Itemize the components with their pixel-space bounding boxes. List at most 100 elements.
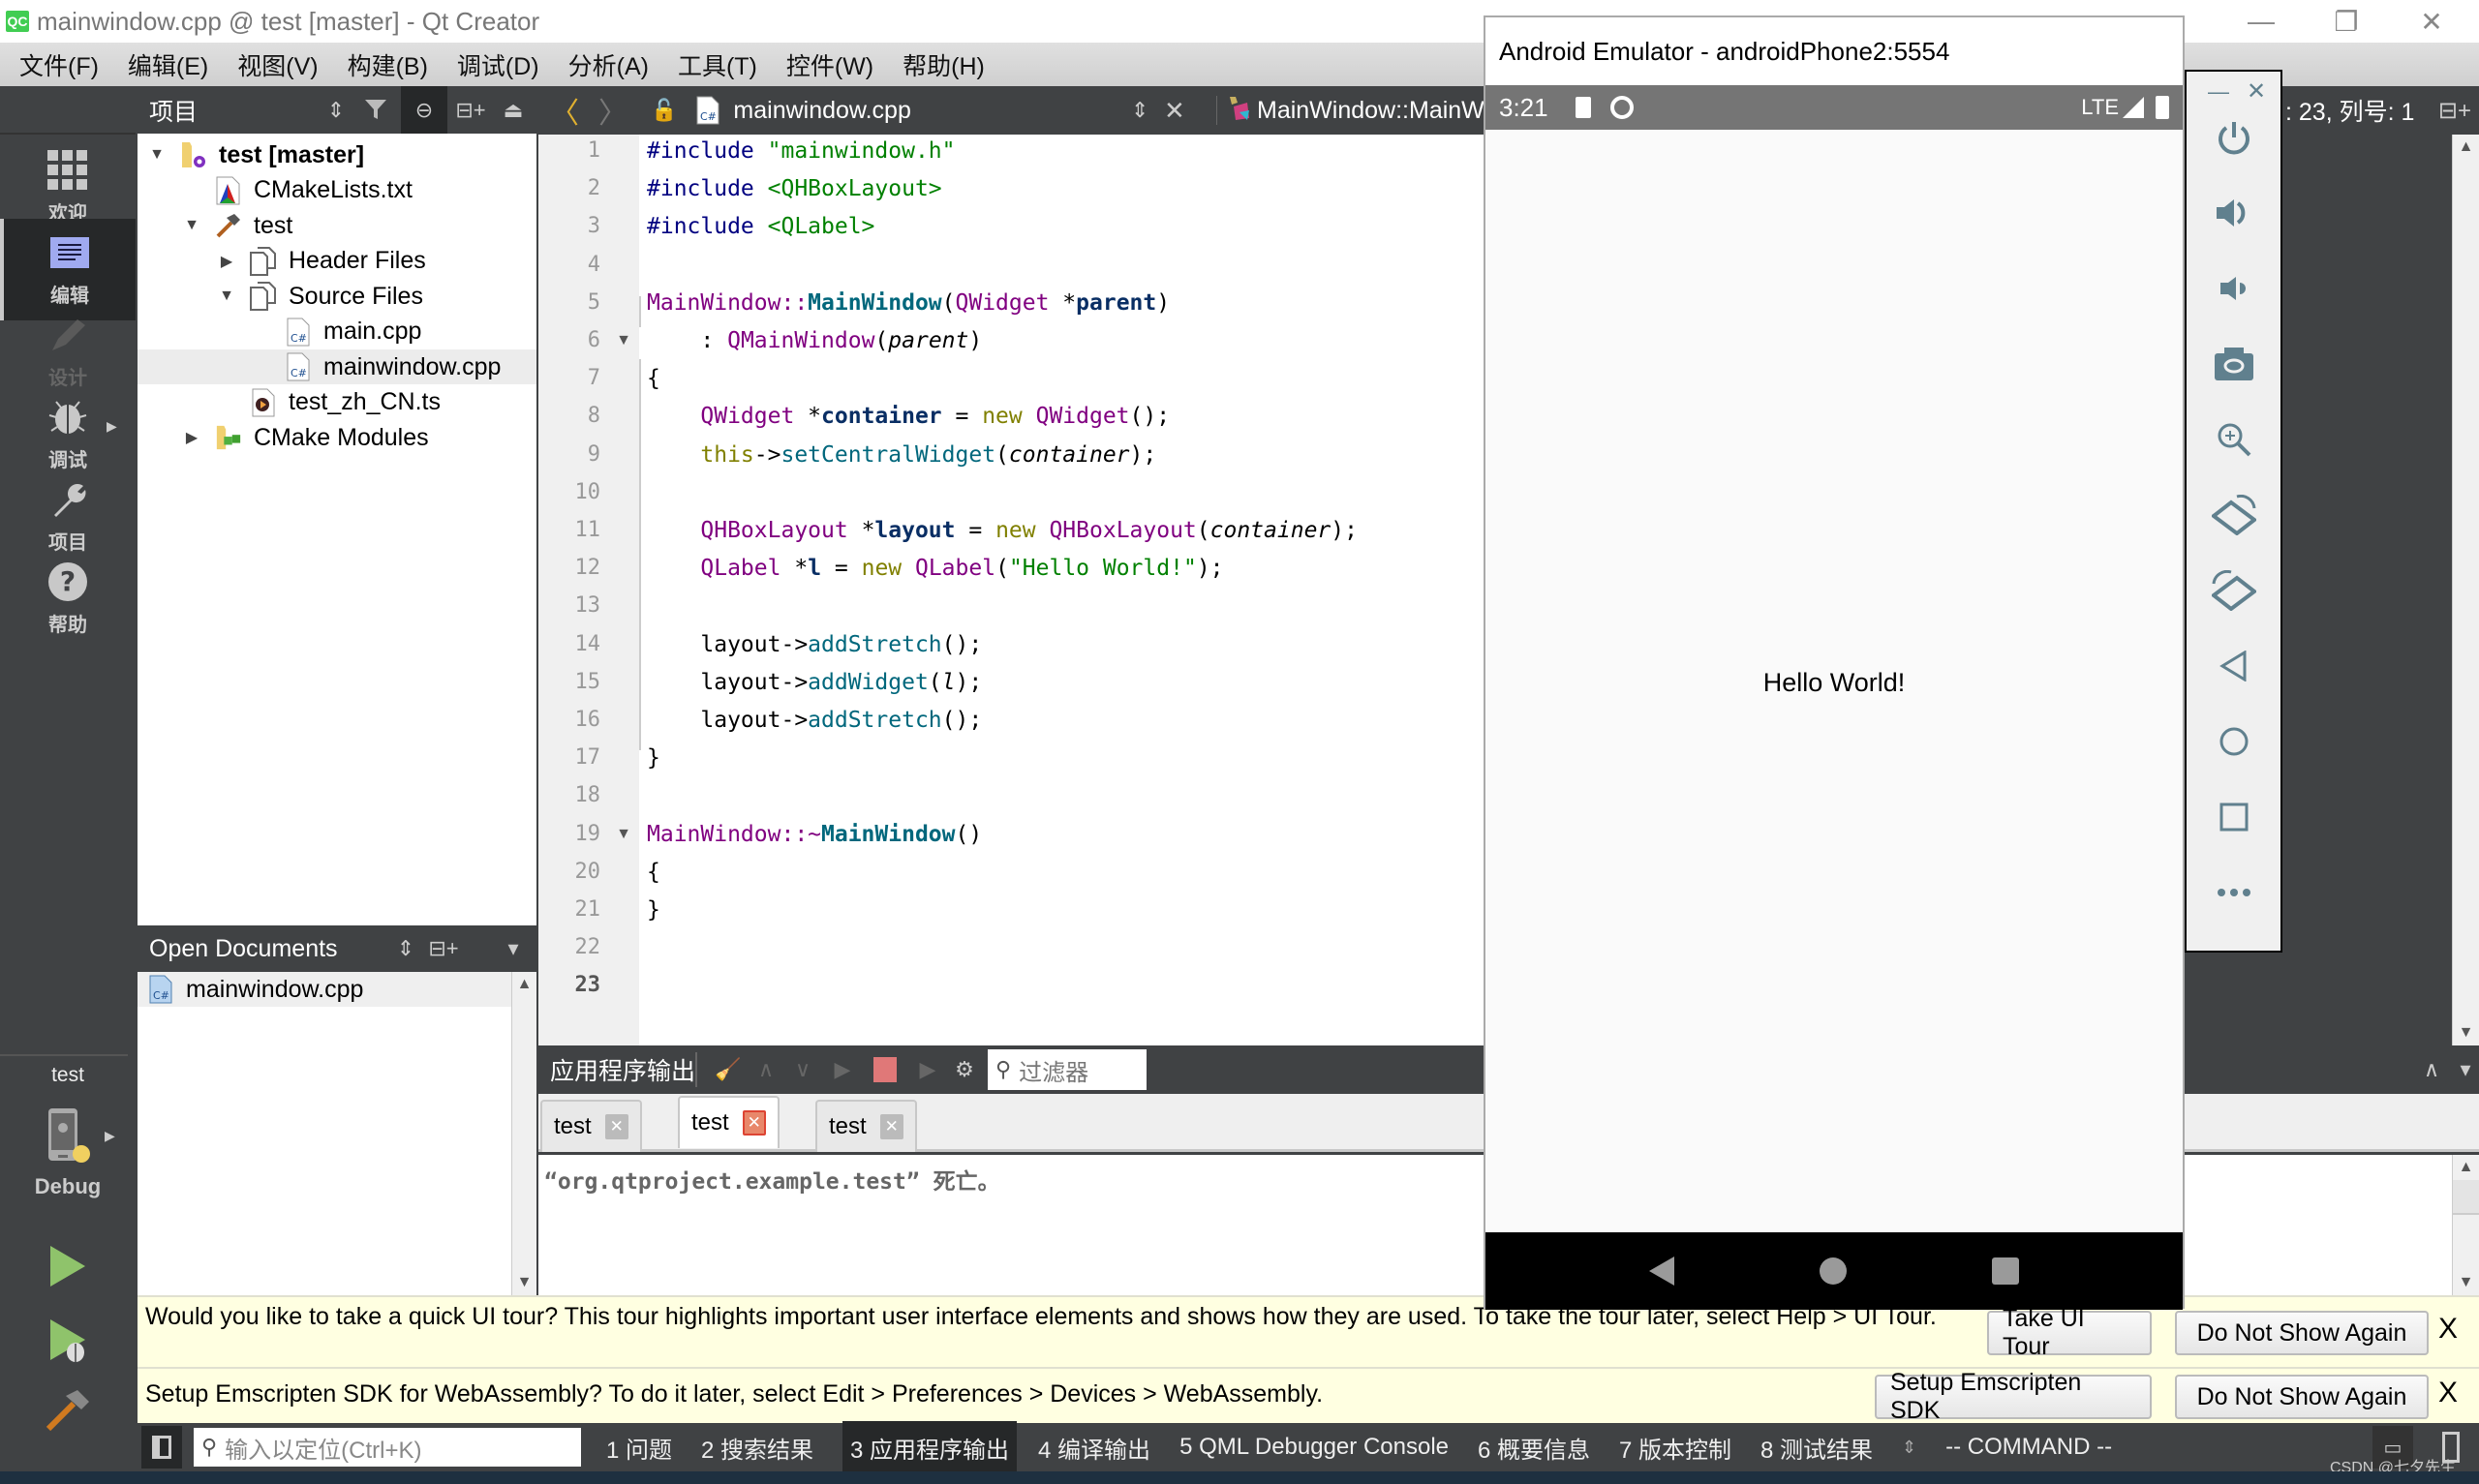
fold-marker-icon[interactable]: ▼ [616,826,631,843]
tool-window-close-icon[interactable]: ✕ [2247,77,2266,106]
sync-link-icon[interactable]: ⊖ [401,86,447,134]
tree-item[interactable]: ▼ test [master] [138,137,536,172]
collapsed-arrow-icon[interactable]: ▶ [182,428,201,447]
restore-button[interactable]: ❐ [2303,0,2390,43]
tree-item[interactable]: ▶ Header Files [138,244,536,279]
editor-file-selector[interactable]: mainwindow.cpp [733,97,910,125]
close-panel-icon[interactable]: ▾ [496,925,531,972]
split-add-icon[interactable]: ⊟+ [424,925,463,972]
menu-file[interactable]: 文件(F) [19,47,99,82]
tree-item[interactable]: ▼ test [138,208,536,243]
scroll-up-icon[interactable]: ▲ [512,972,536,997]
menu-help[interactable]: 帮助(H) [903,47,985,82]
settings-gear-icon[interactable]: ⚙ [945,1045,984,1094]
menu-edit[interactable]: 编辑(E) [128,47,208,82]
power-button[interactable] [2187,108,2280,167]
nav-home-button[interactable] [1820,1257,1847,1285]
pane-tab-issues[interactable]: 1 问题 [606,1431,672,1465]
rotate-right-button[interactable] [2187,561,2280,620]
menu-analyze[interactable]: 分析(A) [568,47,649,82]
previous-item-icon[interactable]: ∧ [751,1045,780,1094]
expanded-arrow-icon[interactable]: ▼ [217,288,236,305]
do-not-show-again-button[interactable]: Do Not Show Again [2175,1375,2429,1419]
tree-item[interactable]: ▶ CMake Modules [138,420,536,455]
output-tab-active[interactable]: test ✕ [678,1096,780,1148]
tree-item[interactable]: C# main.cpp [138,315,536,349]
volume-up-button[interactable] [2187,184,2280,242]
scroll-up-icon[interactable]: ▲ [2453,135,2479,160]
run-button[interactable] [48,1244,87,1293]
close-infobar-icon[interactable]: X [2438,1377,2458,1409]
pane-tab-search-results[interactable]: 2 搜索结果 [701,1431,813,1465]
clear-output-icon[interactable]: 🧹 [711,1045,746,1094]
volume-down-button[interactable] [2187,259,2280,318]
menu-view[interactable]: 视图(V) [237,47,318,82]
collapsed-arrow-icon[interactable]: ▶ [217,252,236,271]
nav-back-button[interactable] [1649,1257,1674,1286]
more-button[interactable] [2187,863,2280,922]
tree-item[interactable]: C# mainwindow.cpp [138,349,536,384]
android-app-screen[interactable]: Hello World! [1485,130,2183,1232]
open-document-item[interactable]: C# mainwindow.cpp [138,972,511,1007]
tree-item[interactable]: test_zh_CN.ts [138,385,536,420]
nav-back-icon[interactable]: 〈 [550,89,579,132]
take-ui-tour-button[interactable]: Take UI Tour [1987,1305,2152,1360]
view-selector-updown-icon[interactable]: ⇕ [321,86,351,134]
output-tab[interactable]: test ✕ [815,1100,917,1152]
stop-icon[interactable] [868,1045,903,1094]
nav-forward-icon[interactable]: 〉 [598,89,627,132]
scroll-thumb[interactable] [2453,1180,2479,1215]
editor-scrollbar[interactable]: ▲ ▼ [2452,135,2479,1045]
menu-tools[interactable]: 工具(T) [678,47,757,82]
home-button[interactable] [2187,712,2280,771]
back-button[interactable] [2187,637,2280,695]
open-documents-scrollbar[interactable]: ▲ ▼ [511,972,536,1295]
split-add-icon[interactable]: ⊟+ [451,86,490,134]
close-tab-icon[interactable]: ✕ [742,1110,766,1136]
more-tabs-updown-icon[interactable]: ⇕ [1902,1438,1916,1458]
pane-tab-test-results[interactable]: 8 测试结果 [1760,1431,1873,1465]
rerun-icon[interactable]: ▶ [825,1045,860,1094]
tree-item[interactable]: ▼ Source Files [138,279,536,314]
close-tab-icon[interactable]: ✕ [604,1114,628,1139]
close-infobar-icon[interactable]: X [2438,1313,2458,1346]
tool-window-minimize-icon[interactable]: — [2208,79,2229,105]
debug-run-button[interactable] [48,1317,91,1369]
menu-build[interactable]: 构建(B) [348,47,428,82]
close-button[interactable]: ✕ [2388,0,2475,43]
menu-controls[interactable]: 控件(W) [786,47,873,82]
minimize-button[interactable]: — [2218,0,2305,43]
close-pane-icon[interactable]: ▾ [2452,1045,2479,1094]
output-filter-input[interactable]: ⚲ 过滤器 [988,1049,1147,1090]
tree-item[interactable]: CMakeLists.txt [138,173,536,208]
pane-tab-app-output[interactable]: 3 应用程序输出 [842,1420,1018,1474]
zoom-button[interactable] [2187,410,2280,469]
scroll-down-icon[interactable]: ▼ [2453,1270,2479,1295]
mode-help[interactable]: ? 帮助 [0,548,136,650]
filter-icon[interactable] [358,86,397,134]
rotate-left-button[interactable] [2187,486,2280,544]
screenshot-button[interactable] [2187,335,2280,393]
maximize-pane-icon[interactable]: ∧ [2417,1045,2446,1094]
scroll-down-icon[interactable]: ▼ [2453,1020,2479,1045]
expanded-arrow-icon[interactable]: ▼ [182,217,201,234]
expanded-arrow-icon[interactable]: ▼ [147,146,167,164]
android-device-icon[interactable] [46,1106,90,1163]
setup-emscripten-sdk-button[interactable]: Setup Emscripten SDK [1875,1369,2152,1424]
kit-selector-arrow-icon[interactable]: ▶ [105,1128,115,1144]
locator-input[interactable]: ⚲ 输入以定位(Ctrl+K) [194,1428,581,1467]
code-editor[interactable]: #include "mainwindow.h" #include <QHBoxLa… [639,135,1487,1045]
close-document-icon[interactable]: ✕ [1164,96,1185,126]
scroll-up-icon[interactable]: ▲ [2453,1155,2479,1180]
close-panel-icon[interactable]: ⏏ [496,86,531,134]
close-tab-icon[interactable]: ✕ [879,1114,903,1139]
pane-tab-qml-console[interactable]: 5 QML Debugger Console [1179,1434,1449,1461]
symbol-selector[interactable]: MainWindow::MainW [1216,95,1484,127]
view-selector-updown-icon[interactable]: ⇕ [391,925,420,972]
lock-icon[interactable]: 🔓 [651,98,677,123]
output-tab[interactable]: test ✕ [540,1100,642,1152]
pane-tab-compile-output[interactable]: 4 编译输出 [1038,1431,1150,1465]
overview-button[interactable] [2187,788,2280,846]
menu-debug[interactable]: 调试(D) [457,47,539,82]
build-hammer-button[interactable] [45,1388,91,1438]
